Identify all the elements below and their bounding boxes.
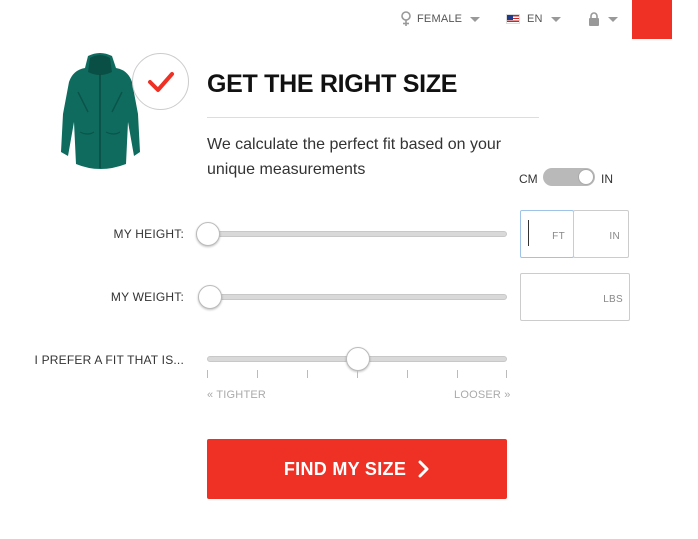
chevron-right-icon [418, 460, 430, 478]
language-label: EN [527, 13, 543, 25]
top-bar: FEMALE EN [0, 0, 698, 40]
checkmark-icon [147, 71, 174, 92]
page-title: GET THE RIGHT SIZE [207, 70, 458, 98]
unit-toggle-knob[interactable] [578, 169, 594, 185]
fit-tick [407, 370, 408, 378]
fit-tick [257, 370, 258, 378]
unit-in-label: IN [601, 172, 613, 186]
language-selector[interactable]: EN [506, 10, 561, 28]
height-in-unit: IN [609, 231, 620, 242]
jacket-image [61, 53, 140, 169]
height-label: MY HEIGHT: [113, 227, 184, 241]
female-symbol-icon [401, 11, 411, 26]
find-my-size-label: FIND MY SIZE [283, 458, 407, 479]
page-subtitle: We calculate the perfect fit based on yo… [207, 136, 502, 178]
gender-label: FEMALE [417, 13, 463, 25]
title-divider [207, 117, 539, 118]
fit-slider-handle[interactable] [346, 347, 370, 371]
chevron-down-icon [608, 16, 618, 22]
unit-cm-label: CM [519, 172, 538, 186]
fit-max-label: LOOSER » [454, 389, 511, 401]
weight-unit: LBS [603, 294, 623, 305]
gender-selector[interactable]: FEMALE [400, 10, 481, 28]
weight-label: MY WEIGHT: [110, 290, 184, 304]
fit-tick [207, 370, 208, 378]
find-my-size-button[interactable]: FIND MY SIZE [207, 439, 507, 499]
check-badge [132, 53, 189, 110]
fit-min-label: « TIGHTER [207, 389, 267, 401]
weight-input[interactable]: LBS [520, 273, 630, 321]
menu-button[interactable] [632, 0, 672, 39]
height-slider-handle[interactable] [196, 222, 220, 246]
chevron-down-icon [470, 16, 481, 22]
fit-label: I PREFER A FIT THAT IS... [34, 353, 184, 367]
height-ft-unit: FT [552, 231, 565, 242]
text-cursor [528, 220, 529, 246]
height-slider-track[interactable] [207, 231, 507, 237]
weight-slider-handle[interactable] [198, 285, 222, 309]
fit-tick [357, 370, 358, 378]
account-menu[interactable] [588, 10, 618, 28]
weight-slider-track[interactable] [207, 294, 507, 300]
fit-tick [457, 370, 458, 378]
us-flag-icon [506, 14, 520, 24]
unit-toggle[interactable] [543, 168, 595, 186]
chevron-down-icon [550, 16, 561, 22]
lock-icon [589, 12, 599, 26]
height-in-input[interactable]: IN [573, 210, 629, 258]
fit-tick [307, 370, 308, 378]
fit-tick [506, 370, 507, 378]
